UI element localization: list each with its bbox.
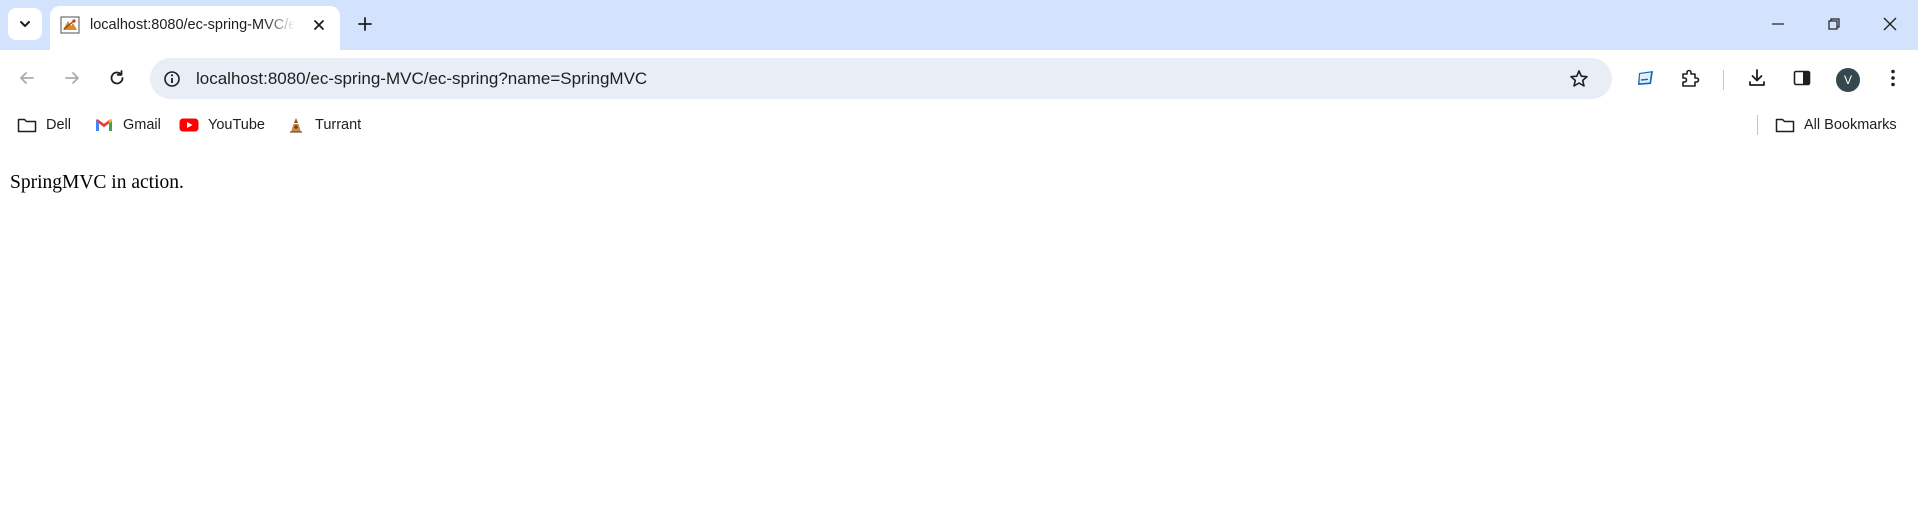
- info-icon: [164, 71, 180, 87]
- all-bookmarks-label: All Bookmarks: [1804, 117, 1897, 133]
- window-close-button[interactable]: [1862, 0, 1918, 48]
- bookmark-label: Turrant: [315, 117, 362, 133]
- tab-close-button[interactable]: [307, 13, 331, 37]
- restore-icon: [1828, 18, 1840, 30]
- extension-app-icon: [1638, 71, 1653, 85]
- close-icon: [314, 20, 324, 30]
- menu-button[interactable]: [1875, 60, 1911, 96]
- chevron-down-icon: [20, 21, 30, 27]
- bookmarks-divider: [1757, 115, 1758, 135]
- extensions-button[interactable]: [1672, 60, 1708, 96]
- arrow-right-icon: [65, 72, 79, 84]
- downloads-button[interactable]: [1739, 60, 1775, 96]
- folder-icon: [16, 115, 38, 135]
- minimize-button[interactable]: [1750, 0, 1806, 48]
- arrow-left-icon: [20, 72, 34, 84]
- site-favicon-icon: [60, 16, 80, 34]
- bookmark-gmail[interactable]: Gmail: [93, 112, 161, 138]
- bookmark-label: Dell: [46, 117, 71, 133]
- download-icon: [1749, 69, 1765, 86]
- turrant-icon: [285, 115, 307, 135]
- plus-icon: [358, 17, 372, 31]
- new-tab-button[interactable]: [350, 9, 380, 39]
- puzzle-icon: [1682, 69, 1700, 87]
- bookmark-label: Gmail: [123, 117, 161, 133]
- site-info-button[interactable]: [160, 67, 184, 91]
- page-content: SpringMVC in action.: [0, 142, 1918, 515]
- close-icon: [1883, 17, 1897, 31]
- url-text[interactable]: localhost:8080/ec-spring-MVC/ec-spring?n…: [196, 69, 647, 89]
- youtube-icon: [178, 115, 200, 135]
- more-vertical-icon: [1891, 69, 1895, 87]
- tab-strip: localhost:8080/ec-spring-MVC/ec-spring?n…: [0, 0, 1918, 50]
- side-panel-icon: [1793, 70, 1811, 86]
- back-button[interactable]: [9, 60, 45, 96]
- minimize-icon: [1772, 23, 1784, 25]
- toolbar-divider: [1723, 70, 1724, 90]
- folder-icon: [1774, 115, 1796, 135]
- bookmark-label: YouTube: [208, 117, 265, 133]
- tab-title: localhost:8080/ec-spring-MVC/ec-spring?n…: [90, 17, 295, 33]
- reload-icon: [110, 70, 124, 85]
- address-bar[interactable]: localhost:8080/ec-spring-MVC/ec-spring?n…: [150, 58, 1612, 99]
- bookmarks-bar: Dell Gmail YouTube Turrant All Bookmarks: [0, 108, 1918, 142]
- side-panel-button[interactable]: [1784, 60, 1820, 96]
- active-tab[interactable]: localhost:8080/ec-spring-MVC/ec-spring?n…: [50, 6, 340, 50]
- tab-search-button[interactable]: [8, 8, 42, 40]
- bookmark-star-button[interactable]: [1566, 66, 1592, 92]
- extension-button[interactable]: [1628, 60, 1664, 96]
- bookmark-youtube[interactable]: YouTube: [178, 112, 265, 138]
- bookmark-dell[interactable]: Dell: [16, 112, 71, 138]
- profile-avatar[interactable]: V: [1836, 68, 1860, 92]
- restore-button[interactable]: [1806, 0, 1862, 48]
- star-icon: [1570, 70, 1588, 87]
- page-body-text: SpringMVC in action.: [10, 172, 184, 193]
- bookmark-turrant[interactable]: Turrant: [285, 112, 361, 138]
- toolbar: localhost:8080/ec-spring-MVC/ec-spring?n…: [0, 50, 1918, 108]
- gmail-icon: [93, 115, 115, 135]
- forward-button[interactable]: [54, 60, 90, 96]
- all-bookmarks-button[interactable]: All Bookmarks: [1774, 112, 1897, 138]
- reload-button[interactable]: [99, 60, 135, 96]
